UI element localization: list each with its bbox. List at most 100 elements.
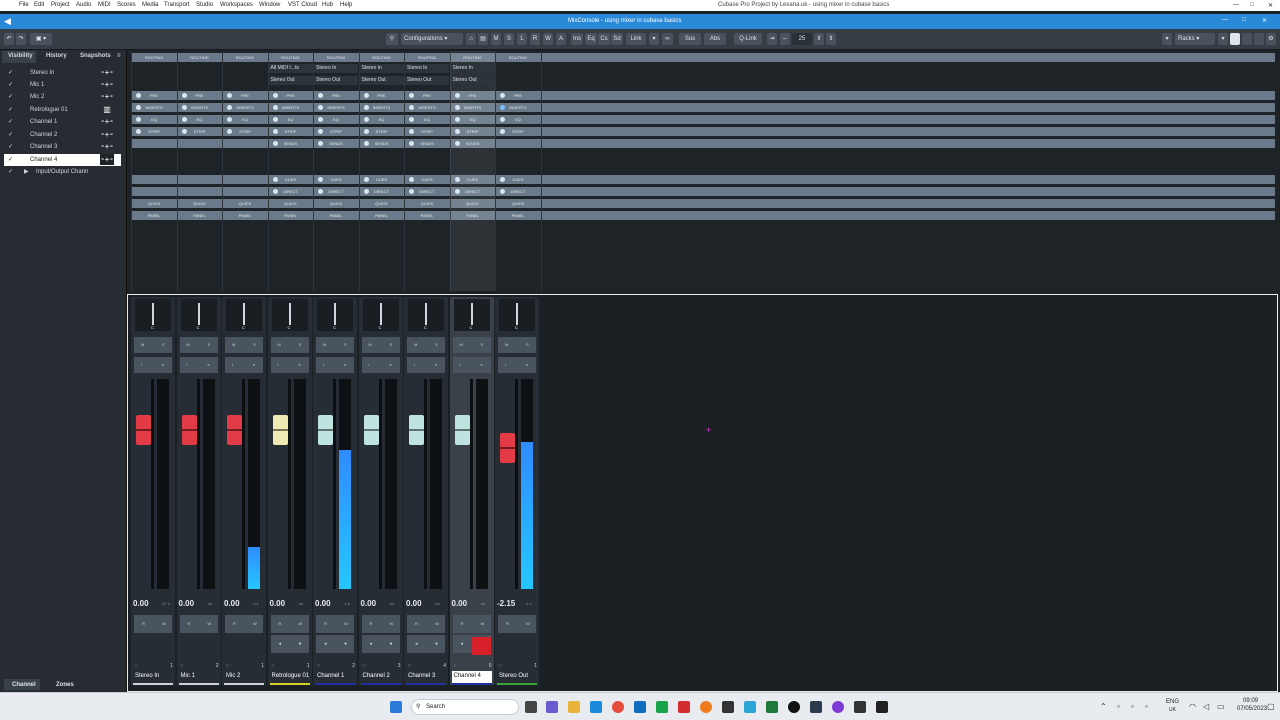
link-icon[interactable]: ◌ xyxy=(181,663,184,669)
solo-all-button[interactable]: S xyxy=(504,33,514,45)
undo-icon[interactable]: ↶ xyxy=(4,33,14,45)
listen-all-button[interactable]: L xyxy=(517,33,527,45)
channel-name[interactable]: Stereo Out xyxy=(497,671,537,683)
link-icon[interactable]: ◌ xyxy=(272,663,275,669)
visibility-row-selected[interactable]: ✓ Channel 4 ⁃+⁃ xyxy=(4,154,121,166)
layout-right-icon[interactable] xyxy=(1242,33,1252,45)
solo-button[interactable]: S xyxy=(253,342,256,347)
rack-pre-slot[interactable]: PRE xyxy=(132,92,176,99)
routing-input-selector[interactable]: Stereo In xyxy=(359,64,404,73)
record-enable-icon[interactable]: ● xyxy=(344,641,347,647)
rack-cues-slot[interactable]: CUES xyxy=(451,176,495,183)
monitor-icon[interactable]: ◂ xyxy=(279,641,282,647)
rack-sends-slot[interactable]: SENDS xyxy=(451,140,495,147)
rack-eq-slot[interactable]: EQ xyxy=(360,116,404,123)
fader-handle[interactable] xyxy=(181,415,197,445)
channel-settings-icon[interactable]: e xyxy=(435,362,437,367)
rack-enable-icon[interactable] xyxy=(454,105,460,110)
volume-value[interactable]: 0.00 xyxy=(179,599,195,608)
visibility-row[interactable]: ✓ ▶ Input/Output Chann xyxy=(4,166,121,178)
fader-track[interactable] xyxy=(196,379,200,589)
write-automation-button[interactable]: W xyxy=(390,621,394,626)
visibility-row[interactable]: ✓ Retrologue 01 ▥ xyxy=(4,104,121,116)
menu-window[interactable]: Window xyxy=(259,2,280,8)
link-icon[interactable]: ◌ xyxy=(363,663,366,669)
bypass-eq-button[interactable]: Eq xyxy=(585,33,597,45)
tab-channel[interactable]: Channel xyxy=(12,682,36,688)
rack-enable-icon[interactable] xyxy=(136,117,141,122)
rack-enable-icon[interactable] xyxy=(454,117,460,122)
window-maximize-icon[interactable]: □ xyxy=(1242,17,1246,23)
menu-help[interactable]: Help xyxy=(340,2,352,8)
edit-button[interactable]: i xyxy=(323,362,324,367)
rack-panel-slot[interactable]: PANEL xyxy=(405,212,449,219)
channel-strip[interactable]: C M Si e 0.00 -1.6 R W ◂ ● ◌ 2 Channel 1 xyxy=(313,297,357,685)
edge-icon[interactable] xyxy=(590,701,602,713)
rack-strip-slot[interactable]: STRIP xyxy=(223,128,267,135)
peak-value[interactable]: -1.1 xyxy=(525,601,532,606)
pan-control[interactable]: C xyxy=(499,299,535,331)
channel-strip[interactable]: C M Si e 0.00 -4.1 R W ◌ 1 Mic 2 xyxy=(222,297,266,685)
rack-enable-icon[interactable] xyxy=(500,93,505,98)
rack-quick-slot[interactable]: QUICK xyxy=(178,200,222,207)
menu-workspaces[interactable]: Workspaces xyxy=(220,2,253,8)
rack-inserts-slot[interactable]: INSERTS xyxy=(496,104,540,111)
rack-enable-icon[interactable] xyxy=(363,129,369,134)
menu-vst-cloud[interactable]: VST Cloud xyxy=(288,2,317,8)
layout-meters-icon[interactable] xyxy=(1254,33,1264,45)
tray-icon[interactable]: ▫ xyxy=(1131,702,1134,711)
rack-sends-slot[interactable]: SENDS xyxy=(360,140,404,147)
menu-transport[interactable]: Transport xyxy=(164,2,189,8)
rack-enable-icon[interactable] xyxy=(272,141,278,146)
rack-enable-icon[interactable] xyxy=(318,177,323,182)
rack-enable-icon[interactable] xyxy=(272,129,278,134)
write-automation-button[interactable]: W xyxy=(481,621,485,626)
rack-enable-icon[interactable] xyxy=(136,105,141,110)
rack-enable-icon[interactable] xyxy=(318,189,323,194)
rack-sends-slot[interactable]: SENDS xyxy=(269,140,313,147)
visible-channels-icon[interactable]: ⇔ xyxy=(780,33,790,45)
mute-all-button[interactable]: M xyxy=(491,33,501,45)
window-minimize-icon[interactable]: — xyxy=(1222,17,1228,23)
check-icon[interactable]: ✓ xyxy=(8,69,13,76)
peak-value[interactable]: -47.2 xyxy=(161,601,170,606)
rack-eq-slot[interactable]: EQ xyxy=(405,116,449,123)
peak-value[interactable]: -oo xyxy=(298,601,304,606)
fader-handle[interactable] xyxy=(272,415,288,445)
edit-button[interactable]: i xyxy=(278,362,279,367)
rack-panel-slot[interactable]: PANEL xyxy=(314,212,358,219)
routing-output-selector[interactable]: Stereo Out xyxy=(359,76,404,85)
maximize-icon[interactable]: □ xyxy=(1250,2,1254,8)
monitor-icon[interactable]: ◂ xyxy=(415,641,418,647)
rack-direct-slot[interactable]: DIRECT xyxy=(496,188,540,195)
rack-pre-slot[interactable]: PRE xyxy=(405,92,449,99)
channel-strip[interactable]: C M Si e 0.00 -oo R W ◂ ● ◌ 3 Channel 2 xyxy=(358,297,403,685)
edit-button[interactable]: i xyxy=(460,362,461,367)
link-icon[interactable]: ◌ xyxy=(408,663,411,669)
rack-enable-icon[interactable] xyxy=(136,129,141,134)
rack-routing-slot[interactable]: ROUTING xyxy=(223,54,267,61)
file-explorer-icon[interactable] xyxy=(568,701,580,713)
rack-enable-icon[interactable] xyxy=(227,117,232,122)
fader-handle[interactable] xyxy=(318,415,333,445)
rack-direct-slot[interactable]: DIRECT xyxy=(314,188,358,195)
rack-enable-icon[interactable] xyxy=(227,93,232,98)
channel-settings-icon[interactable]: e xyxy=(526,362,528,367)
rack-sends-slot[interactable]: SENDS xyxy=(314,140,358,147)
link-icon[interactable]: ◌ xyxy=(135,663,138,669)
rack-strip-slot[interactable]: STRIP xyxy=(405,128,449,135)
volume-value[interactable]: 0.00 xyxy=(361,599,377,608)
task-view-icon[interactable] xyxy=(525,701,537,713)
visibility-row[interactable]: ✓ Mic 1 ⁃+⁃ xyxy=(4,79,121,91)
rack-cues-slot[interactable]: CUES xyxy=(314,176,358,183)
app-icon[interactable] xyxy=(722,701,734,713)
app-icon[interactable] xyxy=(788,701,800,713)
rack-panel-slot[interactable]: PANEL xyxy=(451,212,495,219)
rack-panel-slot[interactable]: PANEL xyxy=(132,212,176,219)
rack-strip-slot[interactable]: STRIP xyxy=(360,128,404,135)
rack-eq-slot[interactable]: EQ xyxy=(496,116,540,123)
rack-enable-icon[interactable] xyxy=(318,105,323,110)
visibility-row[interactable]: ✓ Stereo In ⁃+⁃ xyxy=(4,67,121,79)
write-automation-button[interactable]: W xyxy=(208,621,212,626)
channel-settings-icon[interactable]: e xyxy=(390,362,392,367)
